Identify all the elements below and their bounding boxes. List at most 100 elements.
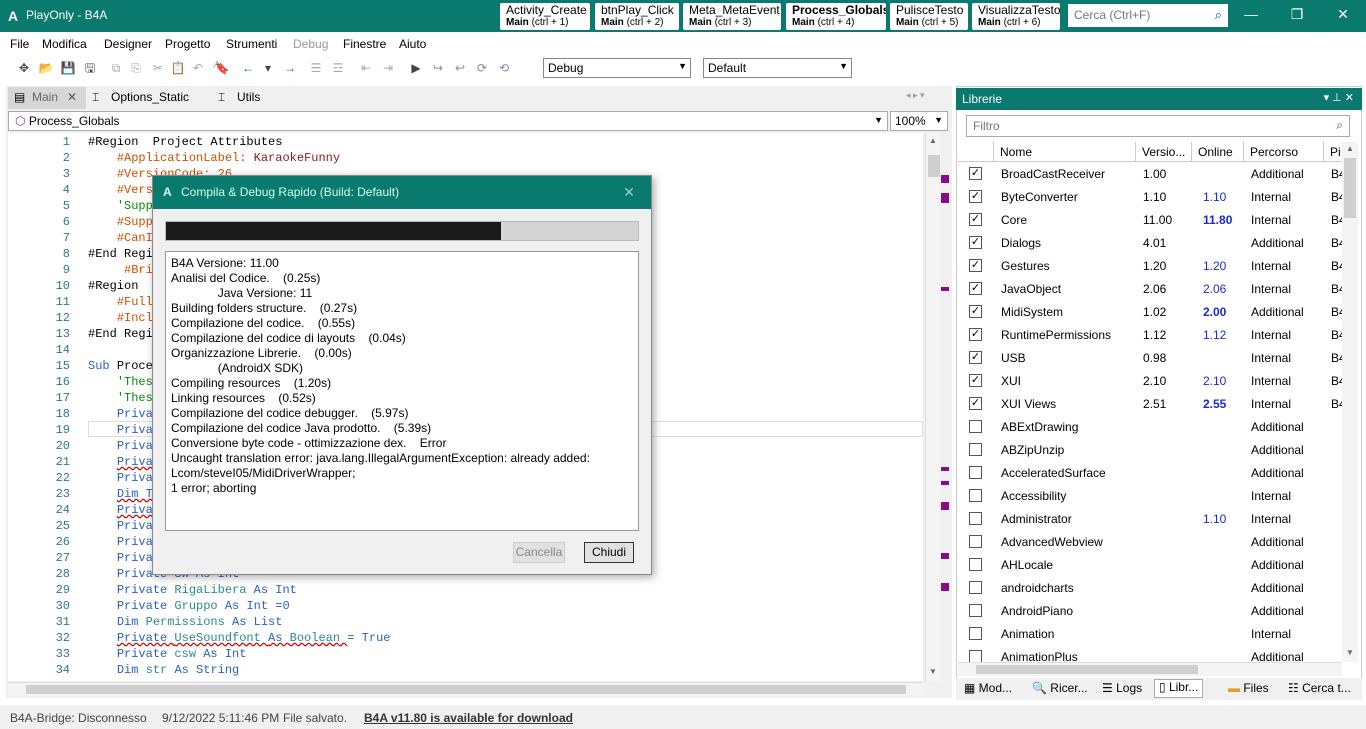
scroll-thumb[interactable] <box>1344 158 1356 218</box>
undo-icon[interactable]: ↶ <box>190 60 206 76</box>
library-row[interactable]: AHLocale Additional <box>958 553 1342 576</box>
code-line[interactable]: Priva <box>88 471 153 485</box>
close-tab-icon[interactable]: ✕ <box>67 90 77 104</box>
scroll-thumb[interactable] <box>976 665 1198 674</box>
library-checkbox[interactable]: ✓ <box>969 328 982 341</box>
library-row[interactable]: AndroidPiano Additional <box>958 599 1342 622</box>
library-checkbox[interactable] <box>969 604 982 617</box>
tab-libraries[interactable]: ▯ Libr... <box>1154 679 1204 698</box>
library-row[interactable]: AcceleratedSurface Additional <box>958 461 1342 484</box>
code-line[interactable]: #End Regi <box>88 327 153 341</box>
library-row[interactable]: ✓ MidiSystem 1.02 2.00 Additional B4 <box>958 300 1342 323</box>
library-checkbox[interactable] <box>969 512 982 525</box>
editor-horizontal-scrollbar[interactable] <box>8 682 923 696</box>
library-row[interactable]: ✓ Dialogs 4.01 Additional B4 <box>958 231 1342 254</box>
close-button[interactable]: Chiudi <box>584 542 634 563</box>
navigate-forward-icon[interactable]: → <box>282 60 298 76</box>
sub-selector[interactable]: ⬡ Process_Globals ▼ <box>8 111 888 131</box>
code-line[interactable]: Priva <box>88 503 153 517</box>
library-checkbox[interactable] <box>969 489 982 502</box>
scroll-thumb[interactable] <box>26 685 906 694</box>
restart-icon[interactable]: ⟳ <box>474 60 490 76</box>
code-line[interactable]: Dim Permissions As List <box>88 615 283 629</box>
tab-utils[interactable]: Utils <box>237 90 260 104</box>
comment-icon[interactable]: ☰ <box>308 60 324 76</box>
save-icon[interactable]: 💾 <box>60 60 76 76</box>
copy-icon[interactable]: ⧉ <box>108 60 124 76</box>
code-line[interactable]: Priva <box>88 519 153 533</box>
editor-vertical-scrollbar[interactable]: ▲ ▼ <box>925 133 941 681</box>
code-line[interactable]: #End Regi <box>88 247 153 261</box>
library-checkbox[interactable] <box>969 627 982 640</box>
paste-icon[interactable]: 📋 <box>170 60 186 76</box>
menu-progetto[interactable]: Progetto <box>165 37 210 51</box>
library-checkbox[interactable] <box>969 558 982 571</box>
scroll-down-icon[interactable]: ▼ <box>1346 648 1354 657</box>
code-line[interactable]: Priva <box>88 455 153 469</box>
library-row[interactable]: ✓ JavaObject 2.06 2.06 Internal B4 <box>958 277 1342 300</box>
navigate-back-icon[interactable]: ← <box>240 60 256 76</box>
library-checkbox[interactable] <box>969 466 982 479</box>
library-row[interactable]: ABExtDrawing Additional <box>958 415 1342 438</box>
menu-file[interactable]: File <box>10 37 29 51</box>
library-checkbox[interactable]: ✓ <box>969 374 982 387</box>
quick-tab-visualizza-testo[interactable]: VisualizzaTesto Main (ctrl + 6) <box>972 3 1060 30</box>
library-checkbox[interactable]: ✓ <box>969 259 982 272</box>
quick-tab-btnplay-click[interactable]: btnPlay_Click Main (ctrl + 2) <box>595 3 679 30</box>
scroll-up-icon[interactable]: ▲ <box>1346 144 1354 153</box>
scroll-thumb[interactable] <box>928 155 940 177</box>
libraries-vertical-scrollbar[interactable]: ▲ ▼ <box>1342 142 1358 662</box>
library-checkbox[interactable]: ✓ <box>969 282 982 295</box>
scroll-down-icon[interactable]: ▼ <box>929 667 937 676</box>
library-checkbox[interactable]: ✓ <box>969 305 982 318</box>
library-row[interactable]: ✓ XUI Views 2.51 2.55 Internal B4 <box>958 392 1342 415</box>
minimize-button[interactable]: — <box>1236 6 1266 26</box>
menu-modifica[interactable]: Modifica <box>42 37 87 51</box>
code-line[interactable]: #CanI <box>88 231 153 245</box>
menu-designer[interactable]: Designer <box>104 37 152 51</box>
code-line[interactable]: #Region Project Attributes <box>88 135 282 149</box>
cancel-button[interactable]: Cancella <box>513 542 565 563</box>
panel-controls-icon[interactable]: ▾ ⊥ ✕ <box>1324 91 1354 104</box>
code-line[interactable]: #Full <box>88 295 153 309</box>
quick-tab-activity-create[interactable]: Activity_Create Main (ctrl + 1) <box>500 3 590 30</box>
library-checkbox[interactable]: ✓ <box>969 397 982 410</box>
indent-icon[interactable]: ⇥ <box>380 60 396 76</box>
column-header-path[interactable]: Percorso <box>1244 142 1324 162</box>
build-log[interactable]: B4A Versione: 11.00 Analisi del Codice. (… <box>165 251 639 531</box>
build-config-select[interactable]: Debug ▼ <box>543 58 691 78</box>
quick-tab-process-globals[interactable]: Process_Globals Main (ctrl + 4) <box>786 3 886 30</box>
code-line[interactable]: Dim T <box>88 487 153 501</box>
duplicate-icon[interactable]: ⎘ <box>128 60 144 76</box>
tab-options-static[interactable]: Options_Static <box>111 90 189 104</box>
library-checkbox[interactable] <box>969 443 982 456</box>
new-project-icon[interactable]: ✥ <box>16 60 32 76</box>
tab-find-references[interactable]: ☷ Cerca t... <box>1288 681 1351 695</box>
code-line[interactable]: Private RigaLibera As Int <box>88 583 297 597</box>
code-line[interactable]: 'Thes <box>88 375 153 389</box>
code-line[interactable]: #Vers <box>88 183 153 197</box>
code-line[interactable]: #Bri <box>88 263 153 277</box>
library-row[interactable]: ✓ XUI 2.10 2.10 Internal B4 <box>958 369 1342 392</box>
column-header-version[interactable]: Versio... <box>1136 142 1192 162</box>
library-row[interactable]: Animation Internal <box>958 622 1342 645</box>
library-checkbox[interactable]: ✓ <box>969 351 982 364</box>
code-line[interactable]: Priva <box>88 551 153 565</box>
search-icon[interactable]: ⌕ <box>1336 118 1343 133</box>
bookmark-icon[interactable]: 🔖 <box>214 60 230 76</box>
library-row[interactable]: ✓ ByteConverter 1.10 1.10 Internal B4 <box>958 185 1342 208</box>
menu-debug[interactable]: Debug <box>293 37 328 51</box>
column-header-online[interactable]: Online <box>1192 142 1244 162</box>
library-row[interactable]: ABZipUnzip Additional <box>958 438 1342 461</box>
step-into-icon[interactable]: ↪ <box>430 60 446 76</box>
scroll-tabs-icon[interactable]: ◂ ▸ ▾ <box>906 90 925 101</box>
libraries-horizontal-scrollbar[interactable] <box>958 662 1342 676</box>
outdent-icon[interactable]: ⇤ <box>358 60 374 76</box>
uncomment-icon[interactable]: ☲ <box>330 60 346 76</box>
run-icon[interactable]: ▶ <box>408 60 424 76</box>
menu-aiuto[interactable]: Aiuto <box>399 37 426 51</box>
step-out-icon[interactable]: ↩ <box>452 60 468 76</box>
code-line[interactable]: Sub Proce <box>88 359 153 373</box>
library-row[interactable]: ✓ BroadCastReceiver 1.00 Additional B4 <box>958 162 1342 185</box>
open-folder-icon[interactable]: 📂 <box>38 60 54 76</box>
